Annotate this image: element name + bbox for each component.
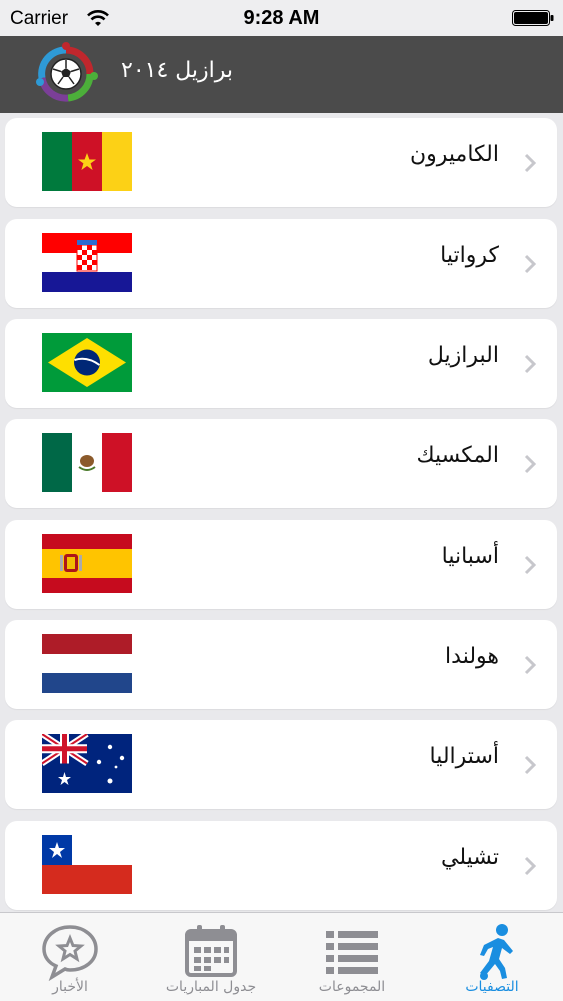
country-name: أسبانيا [441,544,499,569]
tab-qualifiers[interactable]: التصفيات [422,913,562,1001]
chile-flag-icon [42,835,132,894]
tab-groups[interactable]: المجموعات [282,913,422,1001]
chevron-right-icon [524,755,537,775]
tab-news[interactable]: الأخبار [0,913,140,1001]
status-bar: Carrier 9:28 AM [0,0,563,36]
chevron-right-icon [524,354,537,374]
chevron-right-icon [524,254,537,274]
country-name: المكسيك [416,443,500,468]
country-name: الكاميرون [409,142,499,167]
country-row-spain[interactable]: أسبانيا [5,520,557,609]
country-row-cameroon[interactable]: الكاميرون [5,118,557,207]
chevron-right-icon [524,153,537,173]
battery-icon [512,10,554,26]
calendar-icon [185,925,237,977]
navigation-bar: برازيل ٢٠١٤ [0,36,563,113]
cameroon-flag-icon [42,132,132,191]
country-row-australia[interactable]: أستراليا [5,720,557,809]
tab-label: جدول المباريات [165,979,257,995]
country-list[interactable]: الكاميرون كرواتيا البرازيل المكسيك أسبان… [0,113,563,913]
country-name: كرواتيا [440,243,499,268]
country-row-croatia[interactable]: كرواتيا [5,219,557,308]
brazil-flag-icon [42,333,132,392]
country-row-brazil[interactable]: البرازيل [5,319,557,408]
spain-flag-icon [42,534,132,593]
tab-label: المجموعات [318,979,386,995]
tab-schedule[interactable]: جدول المباريات [141,913,281,1001]
country-name: أستراليا [429,744,499,769]
football-player-icon [480,924,513,980]
country-row-netherlands[interactable]: هولندا [5,620,557,709]
news-chat-star-icon [42,925,98,981]
chevron-right-icon [524,454,537,474]
australia-flag-icon [42,734,132,793]
country-row-mexico[interactable]: المكسيك [5,419,557,508]
croatia-flag-icon [42,233,132,292]
app-title: برازيل ٢٠١٤ [121,58,234,83]
tab-label: الأخبار [52,979,88,995]
country-name: تشيلي [440,845,499,870]
mexico-flag-icon [42,433,132,492]
tab-bar: الأخبار جدول المباريات المجموعات التصفيا… [0,912,563,1001]
country-row-chile[interactable]: تشيلي [5,821,557,910]
tab-label: التصفيات [465,979,519,995]
netherlands-flag-icon [42,634,132,693]
country-name: البرازيل [427,343,499,368]
clock: 9:28 AM [243,7,320,29]
list-icon [326,931,378,974]
app-logo-icon [36,42,98,102]
chevron-right-icon [524,555,537,575]
chevron-right-icon [524,856,537,876]
chevron-right-icon [524,655,537,675]
country-name: هولندا [445,644,499,669]
